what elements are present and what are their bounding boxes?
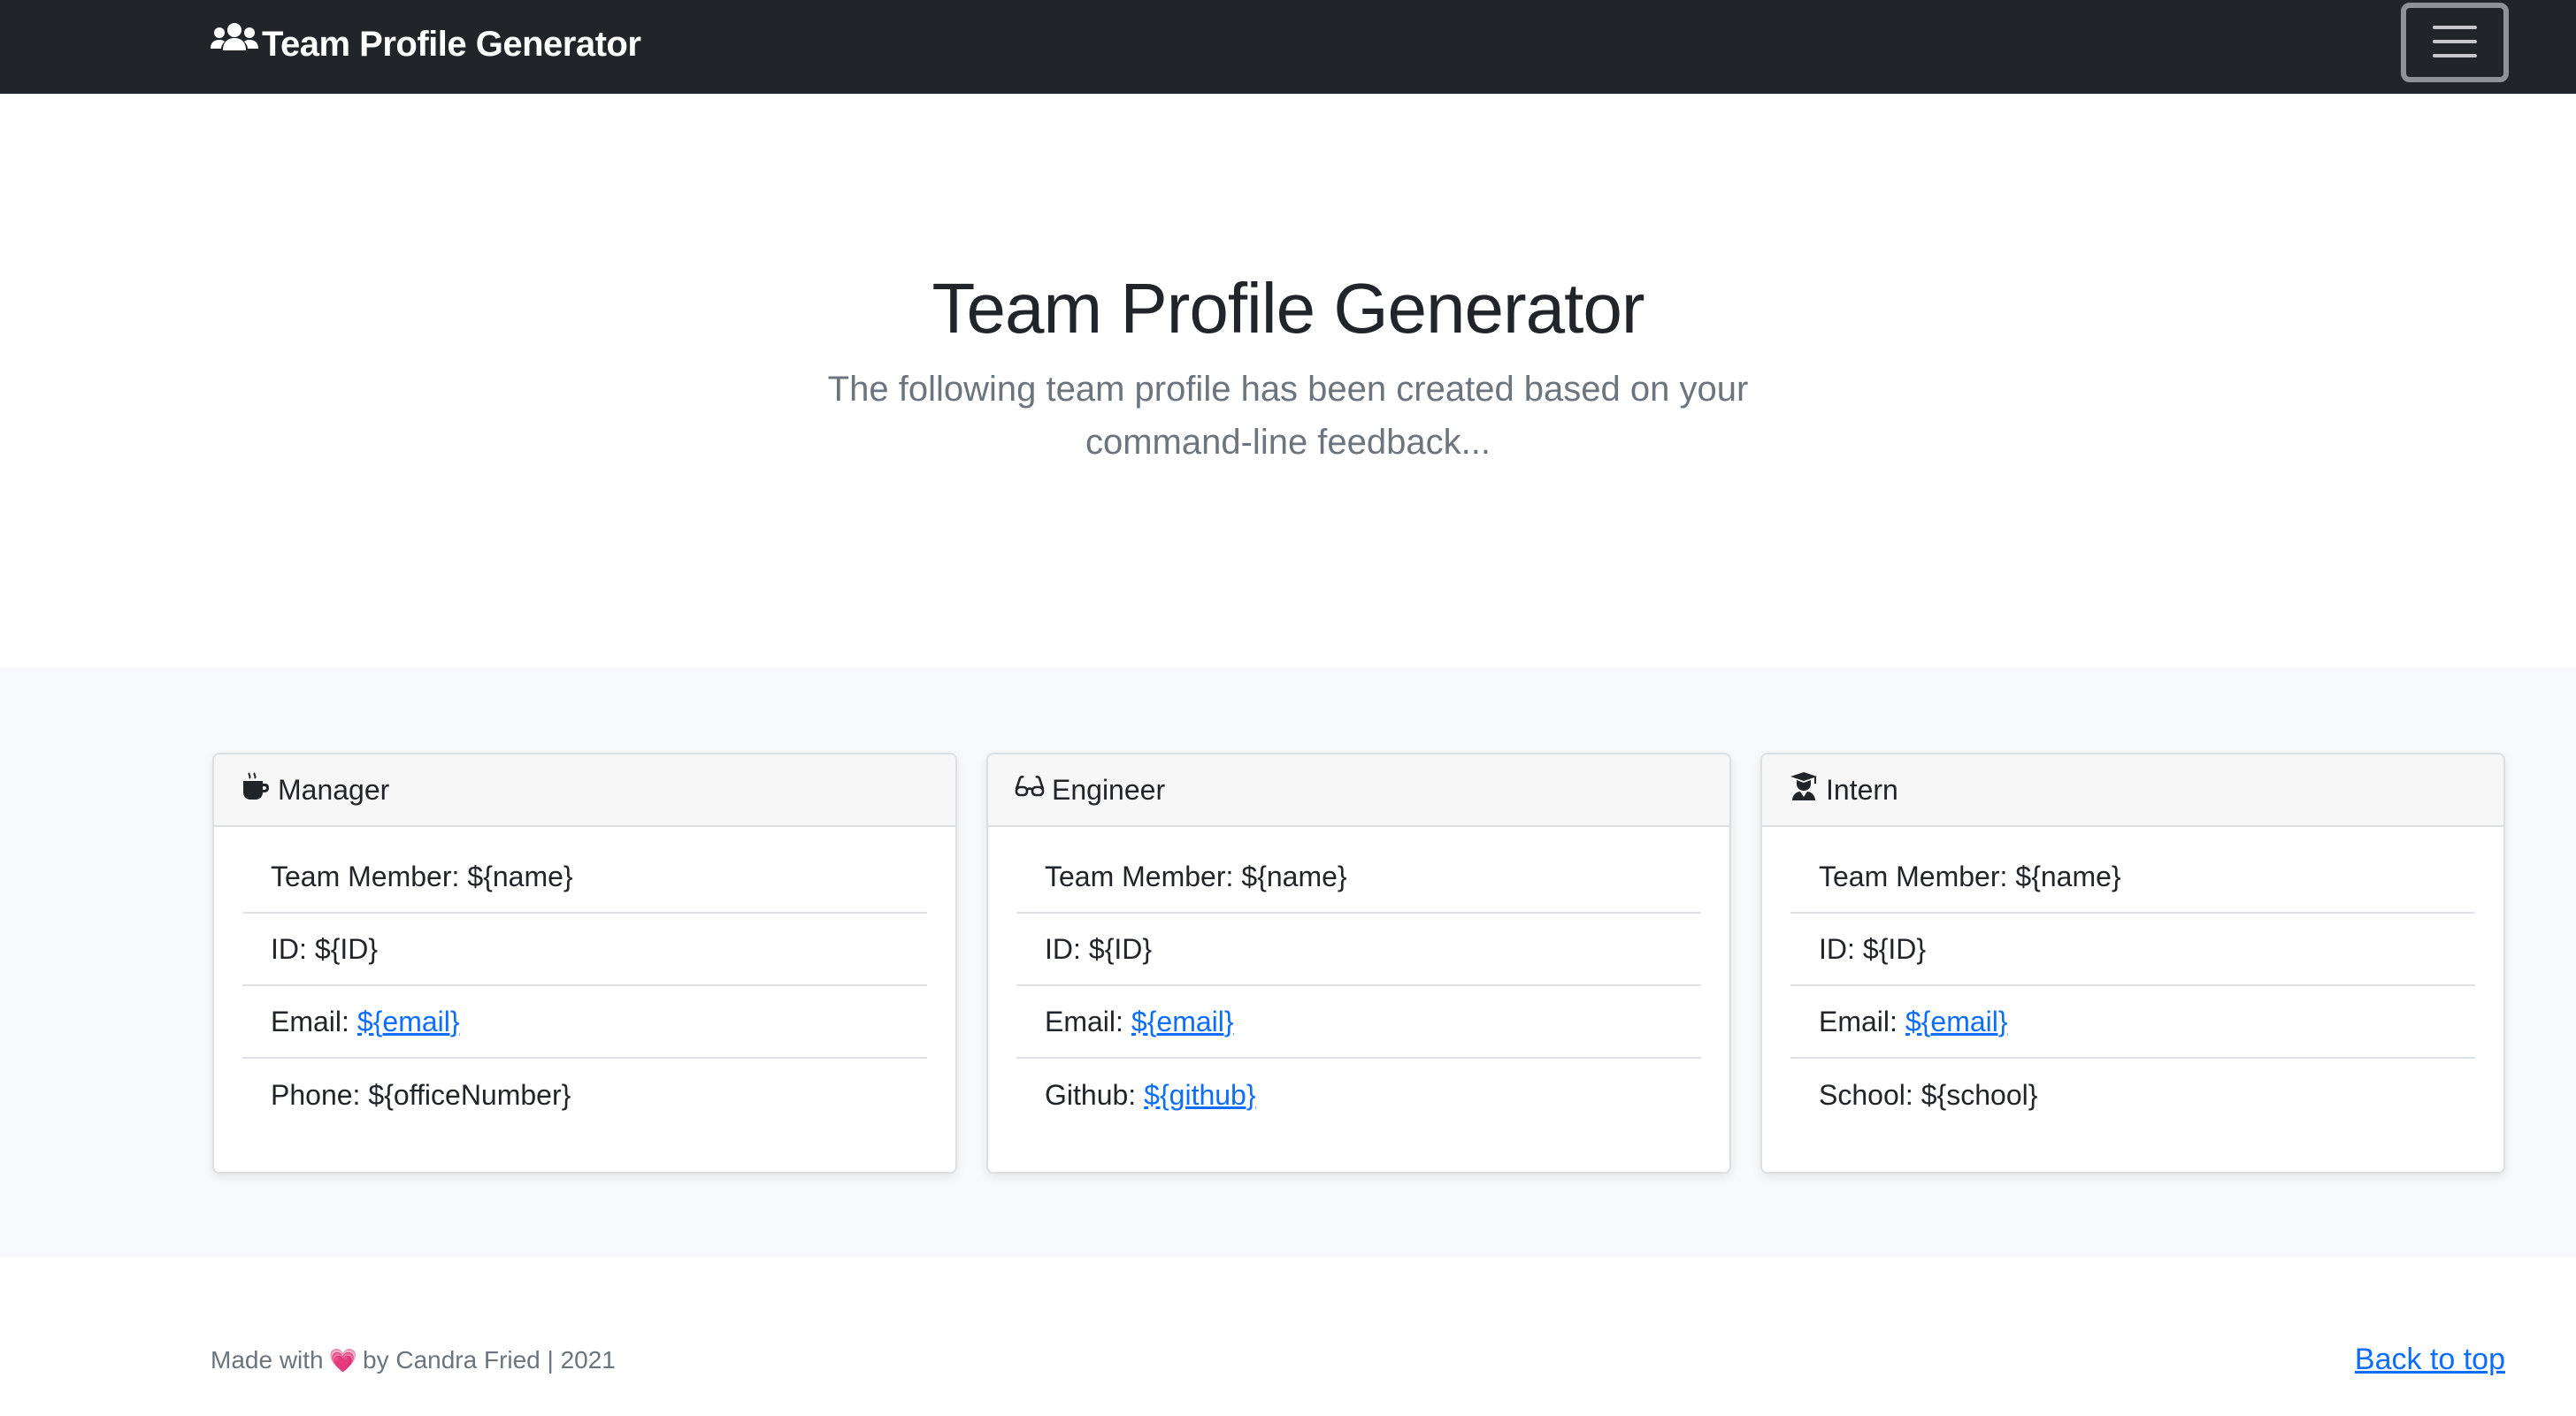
list-item: Team Member: ${name} [1790, 841, 2475, 914]
heart-icon: 💗 [328, 1346, 357, 1374]
coffee-mug-icon [241, 771, 271, 808]
list-item: Email: ${email} [242, 986, 927, 1059]
item-label: School: [1819, 1078, 1913, 1111]
hamburger-menu-icon [2431, 22, 2479, 64]
item-value: ${ID} [1088, 932, 1153, 965]
item-label: ID: [271, 932, 307, 965]
email-link[interactable]: ${email} [357, 1006, 460, 1038]
navbar-toggler-button[interactable] [2401, 3, 2509, 82]
item-label: Team Member: [1045, 860, 1234, 892]
list-item: Email: ${email} [1790, 986, 2475, 1059]
item-label: Phone: [271, 1078, 361, 1111]
list-item: School: ${school} [1790, 1059, 2475, 1131]
navbar-brand-link[interactable]: Team Profile Generator [211, 20, 641, 68]
email-link[interactable]: ${email} [1131, 1006, 1234, 1038]
footer-made-with-text: Made with [211, 1346, 324, 1374]
item-label: Email: [1045, 1005, 1123, 1037]
footer-credit: Made with 💗 by Candra Fried | 2021 [211, 1346, 616, 1374]
back-to-top-link[interactable]: Back to top [2355, 1343, 2505, 1377]
item-label: Email: [271, 1005, 349, 1037]
hero-section: Team Profile Generator The following tea… [0, 94, 2576, 667]
item-value: ${name} [2015, 860, 2121, 892]
email-link[interactable]: ${email} [1905, 1006, 2008, 1038]
intern-card-body: Team Member: ${name} ID: ${ID} Email: ${… [1762, 827, 2503, 1131]
engineer-card-body: Team Member: ${name} ID: ${ID} Email: ${… [988, 827, 1729, 1131]
item-label: Team Member: [1819, 860, 2008, 892]
team-cards-section: Manager Team Member: ${name} ID: ${ID} E… [0, 667, 2576, 1258]
item-value: ${name} [467, 860, 573, 892]
intern-card-title: Intern [1826, 773, 1898, 806]
item-value: ${name} [1241, 860, 1347, 892]
list-item: Team Member: ${name} [1016, 841, 1701, 914]
item-value: ${school} [1920, 1078, 2038, 1111]
item-label: ID: [1045, 932, 1081, 965]
navbar: Team Profile Generator [0, 0, 2576, 94]
manager-card-header: Manager [214, 754, 955, 827]
list-item: Email: ${email} [1016, 986, 1701, 1059]
manager-card-body: Team Member: ${name} ID: ${ID} Email: ${… [214, 827, 955, 1131]
page-title: Team Profile Generator [932, 269, 1644, 348]
glasses-icon [1015, 771, 1045, 808]
list-item: ID: ${ID} [242, 914, 927, 986]
item-value: ${ID} [314, 932, 379, 965]
navbar-brand-text: Team Profile Generator [262, 24, 641, 64]
item-label: Github: [1045, 1078, 1137, 1111]
item-label: ID: [1819, 932, 1855, 965]
manager-card: Manager Team Member: ${name} ID: ${ID} E… [212, 753, 957, 1174]
intern-card-header: Intern [1762, 754, 2503, 827]
list-item: ID: ${ID} [1016, 914, 1701, 986]
list-item: ID: ${ID} [1790, 914, 2475, 986]
engineer-card-title: Engineer [1052, 773, 1166, 806]
graduate-icon [1789, 771, 1819, 808]
item-label: Team Member: [271, 860, 460, 892]
list-item: Github: ${github} [1016, 1059, 1701, 1131]
intern-card: Intern Team Member: ${name} ID: ${ID} Em… [1760, 753, 2505, 1174]
github-link[interactable]: ${github} [1144, 1079, 1255, 1112]
footer-author-text: by Candra Fried | 2021 [363, 1346, 616, 1374]
engineer-card-header: Engineer [988, 754, 1729, 827]
engineer-card: Engineer Team Member: ${name} ID: ${ID} … [986, 753, 1731, 1174]
list-item: Phone: ${officeNumber} [242, 1059, 927, 1131]
manager-card-title: Manager [278, 773, 390, 806]
list-item: Team Member: ${name} [242, 841, 927, 914]
footer: Made with 💗 by Candra Fried | 2021 Back … [0, 1258, 2576, 1416]
item-label: Email: [1819, 1005, 1898, 1037]
users-icon [211, 20, 258, 68]
item-value: ${officeNumber} [368, 1078, 571, 1111]
hero-lead-text: The following team profile has been crea… [827, 370, 1749, 462]
item-value: ${ID} [1862, 932, 1927, 965]
